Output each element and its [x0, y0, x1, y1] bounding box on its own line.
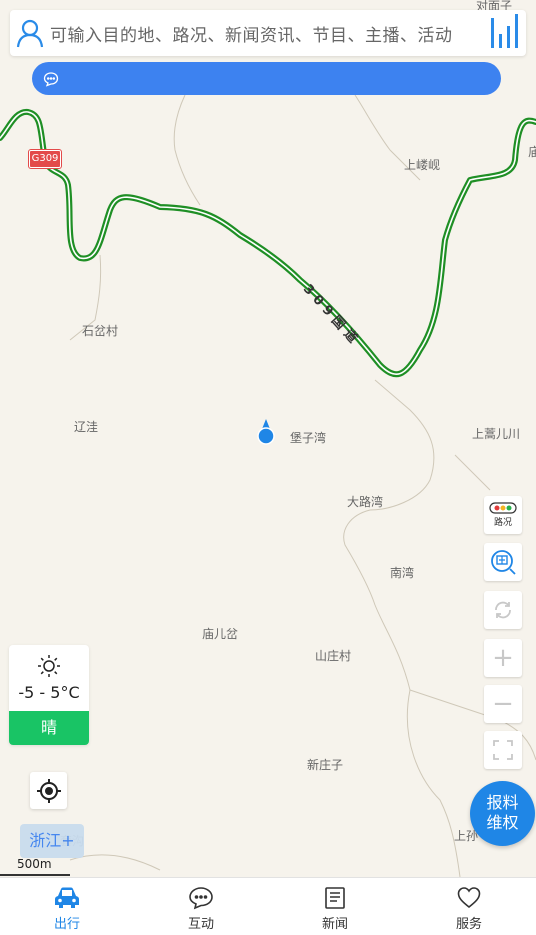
report-button[interactable]: 报料 维权 — [470, 781, 535, 846]
tab-label: 出行 — [53, 917, 80, 932]
zoom-out-icon: − — [492, 689, 514, 719]
bottom-tab-bar: 出行 互动 新闻 服务 — [0, 877, 536, 935]
place-label: 山庄村 — [315, 649, 352, 663]
weather-card[interactable]: -5 - 5°C 晴 — [9, 645, 89, 745]
car-icon — [55, 887, 79, 908]
refresh-button[interactable] — [484, 591, 522, 629]
current-location-marker — [257, 419, 275, 445]
place-label: 庙儿岔 — [202, 627, 239, 641]
scale-bar — [0, 874, 70, 876]
place-label: 辽洼 — [74, 420, 99, 434]
traffic-button[interactable]: 路况 — [484, 496, 522, 534]
locate-button[interactable] — [30, 772, 67, 809]
signal-bars-icon[interactable] — [482, 10, 526, 56]
zoom-out-button[interactable]: − — [484, 685, 522, 723]
locate-icon — [36, 778, 61, 803]
search-input[interactable]: 可输入目的地、路况、新闻资讯、节目、主播、活动 — [50, 21, 482, 46]
refresh-icon — [495, 601, 511, 619]
tab-service[interactable]: 服务 — [402, 878, 536, 935]
road-badge-label: G309 — [31, 153, 59, 164]
report-label-2: 维权 — [486, 813, 519, 832]
fullscreen-button[interactable] — [484, 731, 522, 769]
place-label: 新庄子 — [307, 758, 344, 772]
sun-icon — [38, 655, 60, 677]
chat-icon — [189, 887, 213, 910]
user-icon[interactable] — [10, 10, 50, 56]
fullscreen-icon — [493, 740, 513, 760]
tab-travel[interactable]: 出行 — [0, 878, 134, 935]
violation-query-button[interactable] — [484, 543, 522, 581]
tab-interact[interactable]: 互动 — [134, 878, 268, 935]
weather-condition: 晴 — [9, 711, 89, 745]
place-label: 石岔村 — [82, 324, 119, 338]
road-badge: G309 — [28, 149, 62, 169]
tab-label: 新闻 — [321, 917, 348, 932]
region-switch-button[interactable]: 浙江+ — [20, 824, 84, 858]
tab-label: 互动 — [187, 917, 214, 932]
temperature-text: -5 - 5°C — [18, 683, 80, 702]
place-label: 庙 — [528, 145, 536, 159]
place-label: 上蒿儿川 — [472, 427, 521, 441]
violation-query-icon — [491, 550, 516, 575]
search-bar[interactable]: 可输入目的地、路况、新闻资讯、节目、主播、活动 — [10, 10, 526, 56]
map-view[interactable]: G309 309国道 对面子 上嵝岘 庙 石岔村 辽洼 堡子湾 上蒿儿川 大路湾… — [0, 0, 536, 877]
place-label: 大路湾 — [347, 495, 384, 509]
message-icon — [43, 71, 59, 87]
zoom-in-icon: + — [492, 643, 514, 673]
notice-bar[interactable] — [32, 62, 501, 95]
place-label: 上嵝岘 — [404, 158, 441, 172]
map-scale: 500m — [0, 857, 80, 877]
scale-label: 500m — [17, 857, 52, 871]
place-label: 堡子湾 — [290, 431, 327, 445]
tab-label: 服务 — [455, 917, 482, 932]
traffic-light-icon — [489, 502, 517, 514]
traffic-label: 路况 — [493, 518, 512, 528]
place-label: 南湾 — [390, 566, 415, 580]
tab-news[interactable]: 新闻 — [268, 878, 402, 935]
zoom-in-button[interactable]: + — [484, 639, 522, 677]
heart-icon — [457, 887, 481, 909]
report-label-1: 报料 — [486, 793, 519, 812]
news-icon — [325, 887, 345, 909]
